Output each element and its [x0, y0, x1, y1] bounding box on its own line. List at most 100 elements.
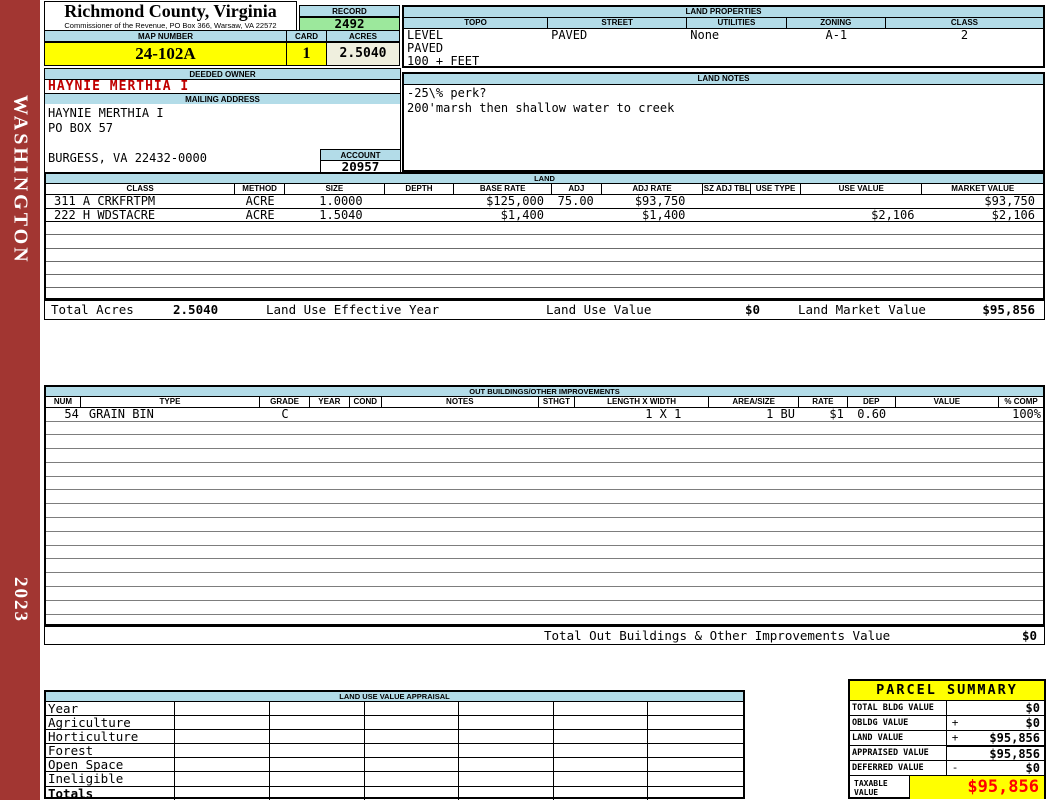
- row-sign: -: [951, 761, 959, 774]
- cell: [175, 758, 271, 772]
- empty-row: [46, 546, 1043, 560]
- row-label: Forest: [46, 744, 176, 758]
- empty-row: [46, 262, 1043, 276]
- land-table-row: 222 H WDSTACRE ACRE 1.5040 $1,400 $1,400…: [46, 208, 1043, 222]
- land-market-value: $95,856: [982, 302, 1035, 317]
- market-value-column-header: MARKET VALUE: [951, 184, 1015, 193]
- total-acres-label: Total Acres: [51, 302, 134, 317]
- deeded-owner-value: HAYNIE MERTHIA I: [44, 79, 401, 94]
- land-table: LAND CLASS METHOD SIZE DEPTH BASE RATE A…: [44, 172, 1045, 300]
- row-label: Year: [46, 702, 176, 716]
- utilities-value: None: [690, 28, 720, 42]
- row-label: Open Space: [46, 758, 176, 772]
- land-properties-column-headers: TOPO STREET UTILITIES ZONING CLASS: [404, 18, 1043, 29]
- cell: [554, 786, 649, 800]
- num-column-header: NUM: [46, 397, 81, 407]
- cell-base-rate: $1,400: [500, 208, 544, 221]
- cell: [648, 702, 743, 715]
- length-width-column-header: LENGTH X WIDTH: [575, 397, 710, 407]
- cell-adj: 75.00: [557, 195, 594, 208]
- cell-rate: $1: [829, 408, 844, 421]
- cell-adj: [552, 209, 602, 222]
- land-table-row: 311 A CRKFRTPM ACRE 1.0000 $125,000 75.0…: [46, 195, 1043, 209]
- cell-sz-adj-tbl: [703, 195, 751, 208]
- cell: [459, 702, 554, 716]
- cell-area-size: 1 BU: [766, 408, 795, 421]
- cell: [554, 730, 649, 744]
- land-note-line: 200'marsh then shallow water to creek: [407, 101, 675, 115]
- address-line: PO BOX 57: [48, 121, 114, 135]
- empty-row: [46, 222, 1043, 236]
- summary-row: APPRAISED VALUE $95,856: [850, 745, 1044, 761]
- card-header: CARD: [286, 30, 327, 42]
- street-value: PAVED: [551, 28, 588, 42]
- adj-rate-column-header: ADJ RATE: [602, 184, 704, 194]
- cell: [365, 772, 460, 786]
- sidebar-year-label: 2023: [10, 577, 31, 623]
- cell: [270, 772, 365, 786]
- land-properties-title: LAND PROPERTIES: [404, 7, 1043, 18]
- summary-row: LAND VALUE + $95,856: [850, 731, 1044, 746]
- cell: [270, 786, 365, 800]
- cell-size: 1.0000: [319, 195, 363, 208]
- cell-dep: 0.60: [857, 408, 887, 421]
- row-label: Horticulture: [46, 730, 176, 744]
- empty-row: [46, 463, 1043, 477]
- notes-column-header: NOTES: [382, 397, 540, 407]
- sidebar-district-label: WASHINGTON: [9, 95, 32, 265]
- out-buildings-title: OUT BUILDINGS/OTHER IMPROVEMENTS: [46, 387, 1043, 397]
- use-value-column-header: USE VALUE: [801, 184, 923, 194]
- row-value: $0: [1025, 761, 1040, 775]
- land-table-column-headers: CLASS METHOD SIZE DEPTH BASE RATE ADJ AD…: [46, 184, 1043, 195]
- office-address-line: Commissioner of the Revenue, PO Box 366,…: [64, 21, 277, 30]
- acres-value: 2.5040: [326, 42, 400, 66]
- cell-use-value: $2,106: [871, 208, 915, 221]
- land-properties-values-row: LEVEL PAVED None A-1 2: [404, 29, 1043, 42]
- cell: [459, 744, 554, 758]
- cell-grade: C: [281, 408, 289, 421]
- adj-column-header: ADJ: [552, 184, 602, 194]
- cell: [554, 744, 649, 758]
- cell-use-type: [751, 209, 801, 222]
- out-buildings-table: OUT BUILDINGS/OTHER IMPROVEMENTS NUM TYP…: [44, 385, 1045, 626]
- appraisal-row: Horticulture: [46, 730, 743, 745]
- cell: [648, 744, 743, 757]
- effective-year-label: Land Use Effective Year: [266, 302, 440, 317]
- cell-type: GRAIN BIN: [88, 408, 154, 421]
- appraisal-row: Totals: [46, 787, 743, 800]
- record-value: 2492: [299, 17, 400, 31]
- total-acres-value: 2.5040: [173, 302, 219, 317]
- cell: [554, 758, 649, 772]
- appraisal-row: Year: [46, 702, 743, 717]
- cell-market-value: $2,106: [991, 208, 1035, 221]
- cell: [459, 730, 554, 744]
- cell-method: ACRE: [245, 195, 275, 208]
- cell: [365, 702, 460, 716]
- parcel-summary-panel: PARCEL SUMMARY TOTAL BLDG VALUE $0 OBLDG…: [848, 679, 1046, 799]
- cell-pct-comp: 100%: [1012, 408, 1041, 421]
- row-value: $95,856: [963, 745, 1044, 761]
- row-label: Totals: [46, 787, 176, 800]
- empty-row: [46, 518, 1043, 532]
- land-notes-title: LAND NOTES: [404, 74, 1043, 85]
- cell: [270, 758, 365, 772]
- cell-num: 54: [64, 408, 79, 421]
- grade-column-header: GRADE: [260, 397, 310, 407]
- empty-row: [46, 587, 1043, 601]
- row-label: TOTAL BLDG VALUE: [850, 701, 947, 715]
- taxable-value-row: TAXABLE VALUE $95,856: [850, 776, 1044, 799]
- empty-row: [46, 422, 1043, 436]
- property-record-card: WASHINGTON 2023 Richmond County, Virgini…: [0, 0, 1050, 800]
- cell: [175, 744, 271, 758]
- rate-column-header: RATE: [799, 397, 848, 407]
- row-label: LAND VALUE: [850, 731, 947, 745]
- row-sign: [947, 745, 963, 760]
- sz-adj-tbl-column-header: SZ ADJ TBL: [703, 184, 752, 194]
- row-value: $0: [1025, 701, 1040, 715]
- cell-depth: [385, 195, 455, 208]
- map-number-header: MAP NUMBER: [44, 30, 287, 42]
- cell: [648, 787, 743, 800]
- cell: [648, 716, 743, 729]
- cell: [175, 772, 271, 786]
- land-properties-panel: LAND PROPERTIES TOPO STREET UTILITIES ZO…: [402, 5, 1045, 68]
